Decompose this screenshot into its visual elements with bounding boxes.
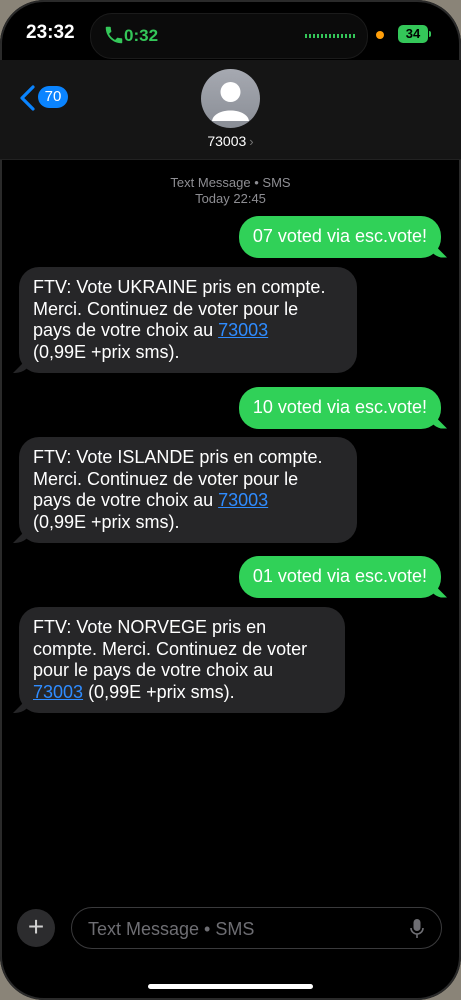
sent-message[interactable]: 07 voted via esc.vote! [238,216,441,258]
message-text: 07 voted via esc.vote! [252,226,427,246]
message-line: Merci. Continuez de voter pour le [33,298,299,319]
unread-count-badge[interactable]: 70 [38,86,68,108]
microphone-icon[interactable] [409,918,425,940]
message-line: (0,99E +prix sms). [33,341,180,362]
message-line: compte. Merci. Continuez de voter [33,638,308,659]
contact-name[interactable]: 73003 › [0,133,461,149]
message-line: FTV: Vote ISLANDE pris en compte. [33,447,323,467]
contact-number: 73003 [207,133,247,149]
plus-icon[interactable]: + [17,909,55,947]
mic-indicator-dot [376,31,384,39]
received-message[interactable]: FTV: Vote ISLANDE pris en compte. Merci.… [19,437,357,543]
phone-screen: 23:32 0:32 34 70 73003 › Text Message • S… [0,0,461,1000]
message-line: (0,99E +prix sms). [33,511,180,532]
phone-number-link[interactable]: 73003 [218,320,268,340]
conversation-header: 70 73003 › [0,60,461,160]
message-line: FTV: Vote UKRAINE pris en compte. [33,277,326,297]
avatar-icon[interactable] [201,69,260,128]
chevron-right-icon: › [249,134,254,149]
call-timer: 0:32 [124,26,159,45]
back-chevron-icon[interactable] [18,85,38,111]
service-label: Text Message • SMS [170,175,291,190]
message-line: (0,99E +prix sms). [83,681,235,702]
message-line: pays de votre choix au [33,490,219,510]
phone-icon [105,26,123,44]
sent-message[interactable]: 10 voted via esc.vote! [238,387,441,429]
message-composer[interactable] [71,907,442,949]
received-message[interactable]: FTV: Vote NORVEGE pris en compte. Merci.… [19,607,345,713]
audio-waveform [305,34,355,38]
phone-number-link[interactable]: 73003 [218,490,268,510]
message-line: FTV: Vote NORVEGE pris en [33,617,267,637]
status-time: 23:32 [26,22,75,43]
battery-indicator: 34 [398,25,428,43]
received-message[interactable]: FTV: Vote UKRAINE pris en compte. Merci.… [19,267,357,373]
message-text: 01 voted via esc.vote! [252,566,427,586]
message-line: pays de votre choix au [33,320,219,340]
home-indicator[interactable] [148,984,313,989]
message-input[interactable] [86,917,390,941]
message-text: 10 voted via esc.vote! [252,397,427,417]
date-label: Today 22:45 [195,191,266,206]
battery-tip [429,31,431,37]
message-line: pour le pays de votre choix au [33,660,274,680]
message-line: Merci. Continuez de voter pour le [33,468,299,489]
dynamic-island-call[interactable]: 0:32 [90,13,368,59]
phone-number-link[interactable]: 73003 [33,682,83,702]
sent-message[interactable]: 01 voted via esc.vote! [238,556,441,598]
